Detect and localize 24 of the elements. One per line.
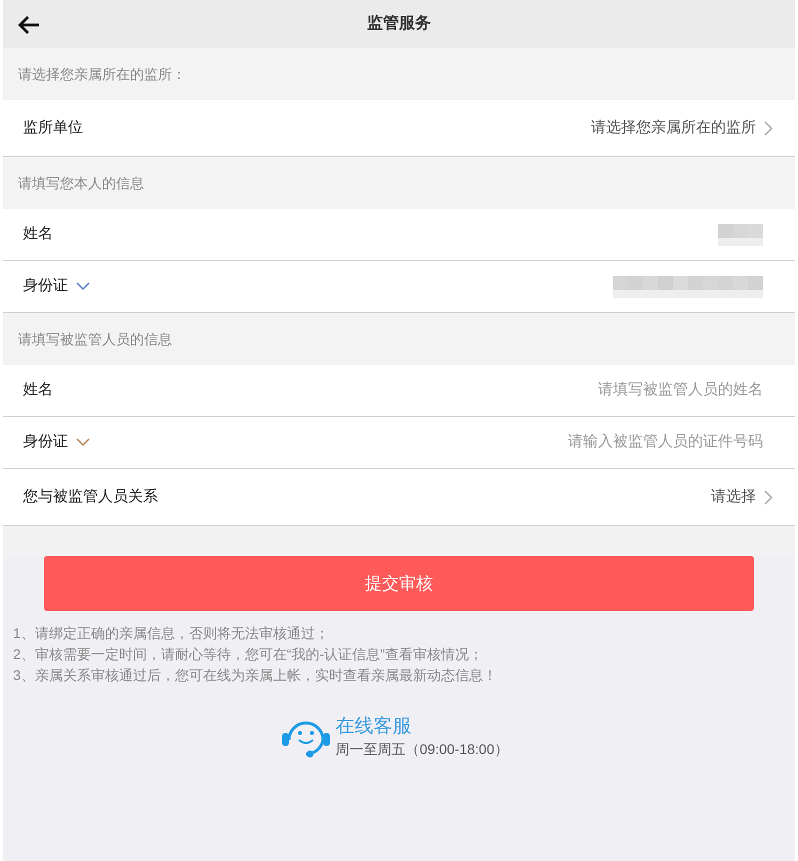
select-picker[interactable]: 请选择您亲属所在的监所 bbox=[591, 116, 773, 140]
field-label: 姓名 bbox=[23, 224, 53, 244]
field-label: 监所单位 bbox=[23, 118, 83, 138]
page-title: 监管服务 bbox=[367, 14, 431, 34]
input-field[interactable]: 请输入被监管人员的证件号码 bbox=[413, 431, 773, 454]
section-heading: 请填写您本人的信息 bbox=[18, 174, 144, 192]
field-label: 身份证 bbox=[23, 276, 68, 296]
section-heading: 请填写被监管人员的信息 bbox=[18, 330, 172, 348]
chevron-down-icon[interactable] bbox=[76, 438, 90, 447]
note-text: 1、请绑定正确的亲属信息，否则将无法审核通过； bbox=[13, 624, 330, 643]
note-text: 2、审核需要一定时间，请耐心等待，您可在“我的-认证信息”查看审核情况； bbox=[13, 645, 484, 664]
note-text: 3、亲属关系审核通过后，您可在线为亲属上帐，实时查看亲属最新动态信息！ bbox=[13, 666, 498, 685]
chevron-down-icon[interactable] bbox=[76, 282, 90, 291]
section-heading: 请选择您亲属所在的监所： bbox=[18, 64, 186, 84]
field-label: 身份证 bbox=[23, 432, 68, 452]
field-label: 您与被监管人员关系 bbox=[23, 486, 158, 507]
chevron-right-icon bbox=[764, 120, 773, 136]
input-field[interactable]: 请填写被监管人员的姓名 bbox=[413, 379, 773, 402]
back-arrow-icon[interactable] bbox=[17, 15, 41, 35]
support-hours: 周一至周五（09:00-18:00） bbox=[336, 740, 508, 758]
redacted-value bbox=[718, 222, 763, 248]
chevron-right-icon bbox=[764, 490, 773, 504]
select-picker[interactable]: 请选择 bbox=[711, 486, 773, 508]
field-label: 姓名 bbox=[23, 380, 53, 400]
